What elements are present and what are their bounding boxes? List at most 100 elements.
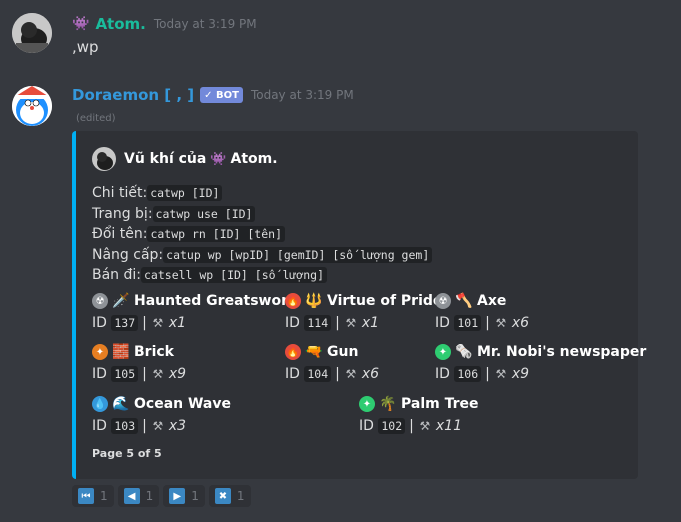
command-label: Trang bị: [92, 205, 153, 222]
weapon-count: x1 [168, 315, 187, 331]
separator: | [142, 418, 147, 434]
embed-author-prefix: Vũ khí của [124, 151, 207, 167]
weapon-name: Axe [477, 293, 507, 309]
embed-author-name: Atom. [230, 151, 278, 167]
reaction-count: 1 [191, 489, 199, 503]
author-name-atom[interactable]: Atom. [95, 15, 145, 33]
id-label: ID [435, 315, 450, 331]
command-line: Trang bị: catwp use [ID] [92, 204, 432, 225]
weapon-icon: 🗞️ [455, 344, 473, 360]
embed-author-emoji: 👾 [210, 151, 227, 167]
weapon-name: Brick [134, 344, 174, 360]
weapon-id: 103 [111, 418, 139, 434]
command-label: Chi tiết: [92, 185, 148, 201]
rarity-icon: ☢ [92, 293, 108, 309]
rarity-icon: ✦ [359, 396, 375, 412]
next-page-reaction[interactable]: ▶ 1 [163, 485, 205, 507]
hammer-icon: ⚒ [345, 316, 357, 330]
id-label: ID [435, 366, 450, 382]
command-label: Bán đi: [92, 267, 141, 283]
weapon-name: Ocean Wave [134, 396, 231, 412]
arrow-left-icon: ◀ [123, 488, 140, 504]
command-code: catwp [ID] [147, 185, 223, 201]
hammer-icon: ⚒ [495, 367, 507, 381]
reaction-count: 1 [145, 489, 154, 503]
reaction-count: 1 [236, 489, 245, 503]
weapon-id: 104 [304, 366, 332, 382]
weapon-icon: 🌊 [112, 396, 130, 412]
id-label: ID [92, 366, 107, 382]
hammer-icon: ⚒ [345, 367, 357, 381]
avatar-atom[interactable] [12, 13, 52, 53]
hammer-icon: ⚒ [152, 419, 164, 433]
rarity-icon: ✦ [435, 344, 451, 360]
edited-label: (edited) [76, 113, 116, 124]
separator: | [485, 366, 490, 382]
prev-page-reaction[interactable]: ◀ 1 [117, 485, 160, 507]
weapon-id: 137 [111, 315, 139, 331]
weapon-icon: 🪓 [455, 293, 473, 309]
reaction-count: 1 [100, 489, 108, 503]
weapon-count: x11 [435, 418, 462, 434]
weapon-count: x3 [168, 418, 187, 434]
weapon-name: Virtue of Pride [327, 293, 443, 309]
first-page-icon: ⏮ [78, 488, 94, 504]
embed-footer: Page 5 of 5 [92, 447, 162, 460]
author-name-doraemon[interactable]: Doraemon [ , ] [72, 86, 194, 104]
arrow-right-icon: ▶ [169, 488, 186, 504]
first-page-reaction[interactable]: ⏮ 1 [72, 485, 114, 507]
avatar-doraemon[interactable] [12, 86, 52, 126]
weapon-name: Gun [327, 344, 359, 360]
bot-badge: ✓ BOT [200, 87, 243, 103]
timestamp: Today at 3:19 PM [153, 17, 257, 31]
close-icon: ✖ [214, 488, 231, 504]
hammer-icon: ⚒ [152, 316, 164, 330]
id-label: ID [285, 315, 300, 331]
separator: | [409, 418, 414, 434]
id-label: ID [92, 418, 107, 434]
weapon-field: ✦ 🧱 Brick ID 105 | ⚒ x9 [92, 342, 186, 382]
separator: | [335, 315, 340, 331]
id-label: ID [285, 366, 300, 382]
separator: | [485, 315, 490, 331]
weapon-icon: 🧱 [112, 344, 130, 360]
weapon-name: Palm Tree [401, 396, 479, 412]
rarity-icon: ✦ [92, 344, 108, 360]
command-code: catwp use [ID] [152, 205, 256, 222]
separator: | [335, 366, 340, 382]
hammer-icon: ⚒ [152, 367, 164, 381]
weapon-embed: Vũ khí của 👾 Atom. Chi tiết: catwp [ID] T… [72, 131, 646, 479]
message-text: ,wp [72, 38, 99, 56]
weapon-id: 105 [111, 366, 139, 382]
command-code: catwp rn [ID] [tên] [147, 226, 286, 242]
id-label: ID [92, 315, 107, 331]
weapon-icon: 🔱 [305, 293, 323, 309]
separator: | [142, 315, 147, 331]
weapon-id: 102 [378, 418, 406, 434]
weapon-field: ✦ 🌴 Palm Tree ID 102 | ⚒ x11 [359, 394, 479, 434]
close-reaction[interactable]: ✖ 1 [208, 485, 251, 507]
rarity-icon: 🔥 [285, 293, 301, 309]
weapon-icon: 🗡️ [112, 293, 130, 309]
command-line: Nâng cấp: catup wp [wpID] [gemID] [số lượ… [92, 245, 433, 266]
hammer-icon: ⚒ [419, 419, 431, 433]
author-emoji: 👾 [72, 16, 90, 32]
weapon-id: 101 [454, 315, 482, 331]
weapon-field: 🔥 🔱 Virtue of Pride ID 114 | ⚒ x1 [285, 291, 442, 331]
command-label: Đổi tên: [92, 226, 148, 242]
command-code: catsell wp [ID] [số lượng] [141, 267, 328, 283]
rarity-icon: 💧 [92, 396, 108, 412]
weapon-count: x9 [511, 366, 530, 382]
weapon-name: Mr. Nobi's newspaper [477, 344, 647, 360]
weapon-field: ☢ 🪓 Axe ID 101 | ⚒ x6 [435, 291, 529, 331]
weapon-count: x6 [361, 366, 380, 382]
embed-author-avatar [92, 147, 116, 171]
separator: | [142, 366, 147, 382]
command-line: Bán đi: catsell wp [ID] [số lượng] [92, 265, 432, 286]
command-code: catup wp [wpID] [gemID] [số lượng gem] [163, 246, 433, 263]
weapon-icon: 🔫 [305, 344, 323, 360]
reactions-bar: ⏮ 1 ◀ 1 ▶ 1 ✖ 1 [72, 485, 255, 507]
weapon-field: ✦ 🗞️ Mr. Nobi's newspaper ID 106 | ⚒ x9 [435, 342, 646, 382]
rarity-icon: ☢ [435, 293, 451, 309]
weapon-id: 106 [454, 366, 482, 382]
